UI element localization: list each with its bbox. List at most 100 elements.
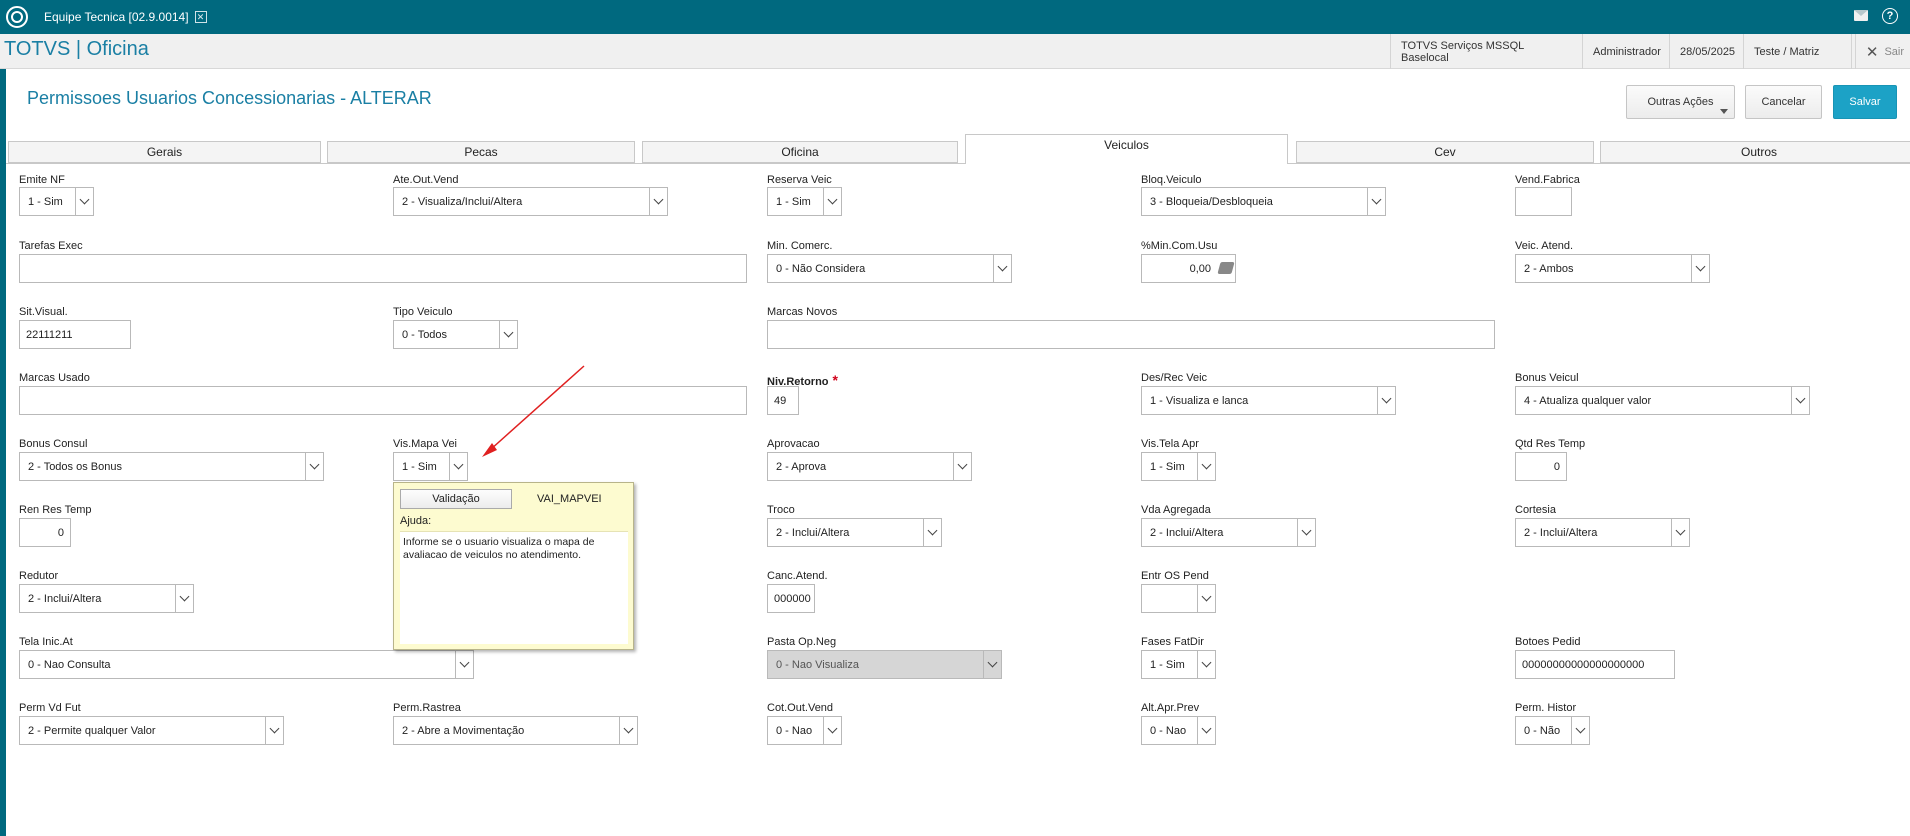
- bonus-veicul-select[interactable]: 4 - Atualiza qualquer valor: [1515, 386, 1810, 415]
- vend-fabrica-label: Vend.Fabrica: [1515, 174, 1580, 186]
- select-value: 1 - Sim: [776, 195, 811, 208]
- chevron-down-icon: [455, 651, 473, 678]
- perm-histor-select[interactable]: 0 - Não: [1515, 716, 1590, 745]
- des-rec-veic-select[interactable]: 1 - Visualiza e lanca: [1141, 386, 1396, 415]
- perm-rastrea-select[interactable]: 2 - Abre a Movimentação: [393, 716, 638, 745]
- select-value: 3 - Bloqueia/Desbloqueia: [1150, 195, 1273, 208]
- select-value: 1 - Visualiza e lanca: [1150, 394, 1249, 407]
- emite-nf-select[interactable]: 1 - Sim: [19, 187, 94, 216]
- branch-info: Teste / Matriz: [1743, 34, 1856, 69]
- close-icon: ✕: [1865, 43, 1879, 61]
- tab-pecas[interactable]: Pecas: [327, 141, 635, 163]
- min-comerc-select[interactable]: 0 - Não Considera: [767, 254, 1012, 283]
- select-value: 0 - Nao: [1150, 724, 1187, 737]
- app-header: TOTVS | Oficina TOTVS Serviços MSSQL Bas…: [0, 34, 1910, 69]
- vis-tela-apr-select[interactable]: 1 - Sim: [1141, 452, 1216, 481]
- vda-agregada-select[interactable]: 2 - Inclui/Altera: [1141, 518, 1316, 547]
- chevron-down-icon: [983, 651, 1001, 678]
- pasta-op-neg-select: 0 - Nao Visualiza: [767, 650, 1002, 679]
- tab-label: Outros: [1740, 145, 1777, 159]
- mail-icon[interactable]: [1854, 10, 1868, 21]
- tarefas-exec-input[interactable]: [19, 254, 747, 283]
- chevron-down-icon: [1197, 453, 1215, 480]
- logout-button[interactable]: ✕ Sair: [1850, 34, 1904, 69]
- select-value: 2 - Permite qualquer Valor: [28, 724, 156, 737]
- redutor-label: Redutor: [19, 570, 59, 582]
- canc-atend-input[interactable]: 000000: [767, 584, 815, 613]
- troco-label: Troco: [767, 504, 795, 516]
- aprovacao-select[interactable]: 2 - Aprova: [767, 452, 972, 481]
- tipo-veiculo-select[interactable]: 0 - Todos: [393, 320, 518, 349]
- tab-label: Gerais: [146, 145, 183, 159]
- aprovacao-label: Aprovacao: [767, 438, 820, 450]
- cortesia-select[interactable]: 2 - Inclui/Altera: [1515, 518, 1690, 547]
- close-tab-icon[interactable]: ✕: [194, 11, 207, 23]
- cancel-button[interactable]: Cancelar: [1745, 85, 1822, 119]
- tab-oficina[interactable]: Oficina: [642, 141, 958, 163]
- tipo-veiculo-label: Tipo Veiculo: [393, 306, 453, 318]
- tab-outros[interactable]: Outros: [1600, 141, 1910, 163]
- tab-veiculos[interactable]: Veiculos: [965, 134, 1288, 164]
- reserva-veic-select[interactable]: 1 - Sim: [767, 187, 842, 216]
- window-tab[interactable]: Equipe Tecnica [02.9.0014] ✕: [36, 0, 215, 34]
- cot-out-vend-select[interactable]: 0 - Nao: [767, 716, 842, 745]
- ate-out-vend-select[interactable]: 2 - Visualiza/Inclui/Altera: [393, 187, 668, 216]
- vis-mapa-vei-select[interactable]: 1 - Sim: [393, 452, 468, 481]
- veic-atend-label: Veic. Atend.: [1515, 240, 1574, 252]
- validation-button[interactable]: Validação: [400, 489, 512, 509]
- tab-cev[interactable]: Cev: [1296, 141, 1594, 163]
- chevron-down-icon: [1791, 387, 1809, 414]
- entr-os-pend-select[interactable]: [1141, 584, 1216, 613]
- sit-visual-input[interactable]: 22111211: [19, 320, 131, 349]
- select-value: 2 - Inclui/Altera: [1150, 526, 1224, 539]
- perm-histor-label: Perm. Histor: [1515, 702, 1577, 714]
- marcas-usado-label: Marcas Usado: [19, 372, 90, 384]
- tab-label: Veiculos: [1104, 137, 1149, 152]
- sit-visual-label: Sit.Visual.: [19, 306, 68, 318]
- troco-select[interactable]: 2 - Inclui/Altera: [767, 518, 942, 547]
- redutor-select[interactable]: 2 - Inclui/Altera: [19, 584, 194, 613]
- fases-fatdir-label: Fases FatDir: [1141, 636, 1204, 648]
- ren-res-temp-input[interactable]: 0: [19, 518, 71, 547]
- help-icon[interactable]: ?: [1882, 8, 1898, 24]
- other-actions-label: Outras Ações: [1647, 96, 1714, 108]
- qtd-res-temp-label: Qtd Res Temp: [1515, 438, 1586, 450]
- annotation-arrow-head: [482, 443, 497, 457]
- ren-res-temp-label: Ren Res Temp: [19, 504, 92, 516]
- min-com-usu-input[interactable]: 0,00: [1141, 254, 1236, 283]
- calculator-icon[interactable]: [1217, 262, 1235, 274]
- tab-gerais[interactable]: Gerais: [8, 141, 321, 163]
- perm-vd-fut-select[interactable]: 2 - Permite qualquer Valor: [19, 716, 284, 745]
- cortesia-label: Cortesia: [1515, 504, 1556, 516]
- save-button[interactable]: Salvar: [1833, 85, 1897, 119]
- veic-atend-select[interactable]: 2 - Ambos: [1515, 254, 1710, 283]
- qtd-res-temp-input[interactable]: 0: [1515, 452, 1567, 481]
- chevron-down-icon: [175, 585, 193, 612]
- min-com-usu-label: %Min.Com.Usu: [1141, 240, 1218, 252]
- field-help-tooltip: Validação VAI_MAPVEI Ajuda: Informe se o…: [393, 482, 634, 650]
- emite-nf-label: Emite NF: [19, 174, 65, 186]
- select-value: 2 - Aprova: [776, 460, 827, 473]
- chevron-down-icon: [499, 321, 517, 348]
- tela-inic-at-label: Tela Inic.At: [19, 636, 73, 648]
- select-value: 2 - Inclui/Altera: [1524, 526, 1598, 539]
- bonus-consul-select[interactable]: 2 - Todos os Bonus: [19, 452, 324, 481]
- alt-apr-prev-select[interactable]: 0 - Nao: [1141, 716, 1216, 745]
- niv-retorno-input[interactable]: 49: [767, 386, 799, 415]
- chevron-down-icon: [1197, 651, 1215, 678]
- select-value: 2 - Inclui/Altera: [776, 526, 850, 539]
- select-value: 1 - Sim: [1150, 460, 1185, 473]
- fases-fatdir-select[interactable]: 1 - Sim: [1141, 650, 1216, 679]
- logout-label: Sair: [1884, 45, 1904, 58]
- marcas-novos-input[interactable]: [767, 320, 1495, 349]
- entr-os-pend-label: Entr OS Pend: [1141, 570, 1209, 582]
- vend-fabrica-input[interactable]: [1515, 187, 1572, 216]
- bloq-veiculo-select[interactable]: 3 - Bloqueia/Desbloqueia: [1141, 187, 1386, 216]
- vis-mapa-vei-label: Vis.Mapa Vei: [393, 438, 458, 450]
- pasta-op-neg-label: Pasta Op.Neg: [767, 636, 837, 648]
- botoes-pedid-input[interactable]: 00000000000000000000: [1515, 650, 1675, 679]
- other-actions-button[interactable]: Outras Ações: [1626, 85, 1735, 119]
- marcas-usado-input[interactable]: [19, 386, 747, 415]
- input-value: 0,00: [1189, 262, 1211, 275]
- tela-inic-at-select[interactable]: 0 - Nao Consulta: [19, 650, 474, 679]
